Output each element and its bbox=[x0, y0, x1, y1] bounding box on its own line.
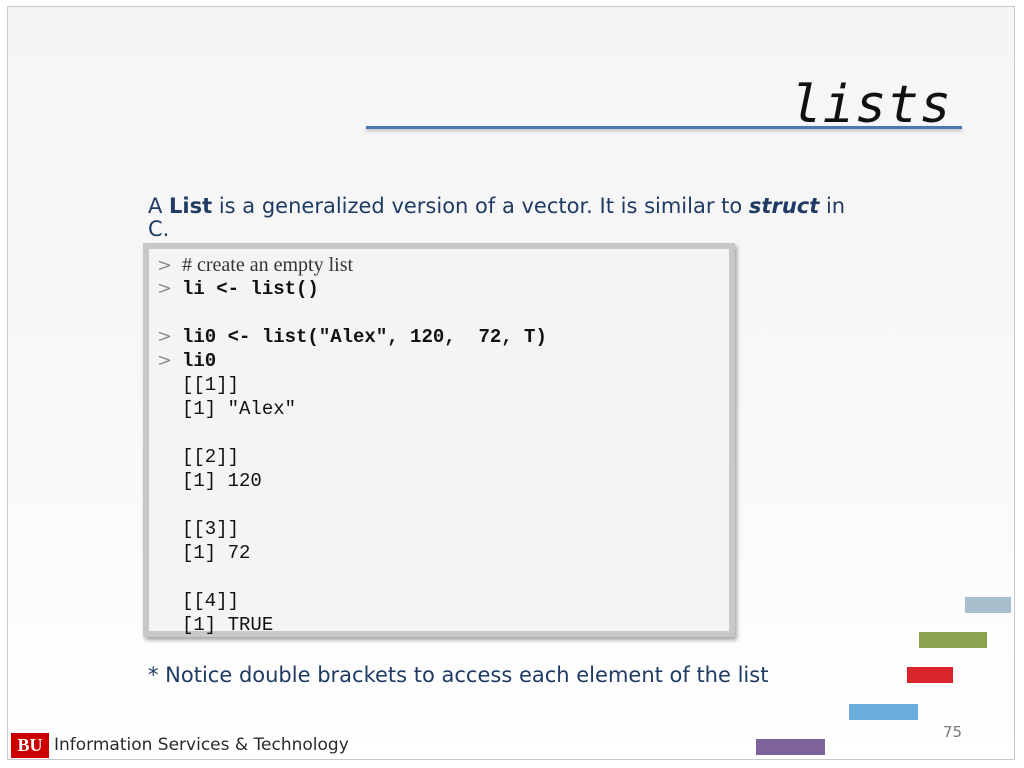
intro-text-2: is a generalized version of a vector. It… bbox=[212, 194, 749, 218]
output-text: [[3]] bbox=[182, 518, 240, 540]
output-text: [[4]] bbox=[182, 590, 240, 612]
decor-bar-blue bbox=[849, 704, 918, 720]
prompt-symbol: > bbox=[157, 350, 173, 371]
title-underline bbox=[366, 126, 962, 129]
footnote: * Notice double brackets to access each … bbox=[148, 663, 769, 687]
intro-paragraph: A List is a generalized version of a vec… bbox=[148, 195, 868, 241]
output-text: [1] 72 bbox=[182, 542, 251, 564]
decor-bar-red bbox=[907, 667, 953, 683]
intro-text-1: A bbox=[148, 194, 170, 218]
output-text: [1] "Alex" bbox=[182, 398, 297, 420]
output-text: [1] 120 bbox=[182, 470, 262, 492]
code-command: li0 <- list("Alex", 120, 72, T) bbox=[182, 326, 547, 348]
code-output: [[4]] bbox=[157, 589, 239, 613]
bu-logo: BU bbox=[10, 732, 50, 759]
intro-bold-list: List bbox=[169, 194, 213, 218]
decor-bar-purple bbox=[756, 739, 825, 755]
prompt-symbol: > bbox=[157, 255, 173, 276]
code-command: li0 bbox=[182, 350, 217, 372]
output-text: [[2]] bbox=[182, 446, 240, 468]
code-line: > li0 bbox=[157, 349, 216, 373]
code-output: [1] 72 bbox=[157, 541, 250, 565]
code-box: > # create an empty list > li <- list() > l… bbox=[143, 243, 735, 637]
prompt-symbol: > bbox=[157, 278, 173, 299]
code-line: > li <- list() bbox=[157, 277, 319, 301]
code-output: [1] TRUE bbox=[157, 613, 273, 637]
slide: lists A List is a generalized version of… bbox=[7, 6, 1015, 760]
code-output: [[2]] bbox=[157, 445, 239, 469]
decor-bar-green bbox=[919, 632, 987, 648]
code-line: > # create an empty list bbox=[157, 253, 353, 277]
code-comment: # create an empty list bbox=[182, 254, 354, 276]
code-output: [1] 120 bbox=[157, 469, 262, 493]
org-name: Information Services & Technology bbox=[54, 735, 349, 755]
output-text: [1] TRUE bbox=[182, 614, 274, 636]
prompt-symbol: > bbox=[157, 326, 173, 347]
code-output: [1] "Alex" bbox=[157, 397, 296, 421]
code-line: > li0 <- list("Alex", 120, 72, T) bbox=[157, 325, 547, 349]
page-number: 75 bbox=[943, 723, 963, 741]
code-output: [[1]] bbox=[157, 373, 239, 397]
code-output: [[3]] bbox=[157, 517, 239, 541]
decor-bar-lightblue bbox=[965, 597, 1011, 613]
intro-bold-struct: struct bbox=[748, 194, 820, 218]
code-command: li <- list() bbox=[182, 278, 319, 300]
output-text: [[1]] bbox=[182, 374, 240, 396]
